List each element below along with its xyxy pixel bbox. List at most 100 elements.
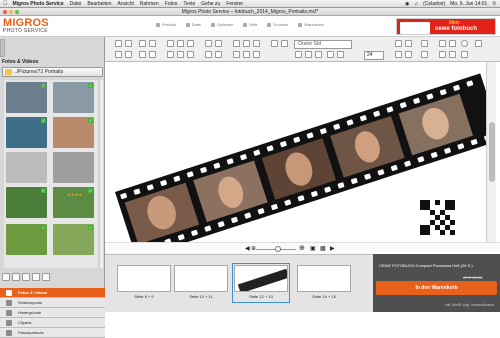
photo-thumb[interactable]: ✓ bbox=[6, 224, 47, 255]
menu-fotos[interactable]: Fotos bbox=[165, 1, 178, 7]
folder-selector[interactable]: ../Pictures/72 Portraits bbox=[2, 67, 103, 77]
nav-produkt[interactable]: Produkt bbox=[156, 22, 176, 27]
info-icon[interactable] bbox=[32, 273, 40, 281]
globe-icon[interactable] bbox=[461, 40, 468, 47]
menu-seitenlayouts[interactable]: Seitenlayouts bbox=[0, 298, 105, 308]
shadow-icon[interactable] bbox=[187, 51, 194, 58]
text-frame-icon[interactable] bbox=[149, 40, 156, 47]
align-center-icon[interactable] bbox=[215, 40, 222, 47]
page-thumb[interactable]: Seite 8 + 9 bbox=[117, 265, 171, 301]
text-center-icon[interactable] bbox=[243, 51, 250, 58]
undo-icon[interactable] bbox=[115, 40, 122, 47]
page-next-icon[interactable]: ▶ bbox=[330, 245, 335, 252]
zoom-large-icon[interactable]: ⊕ bbox=[299, 244, 305, 252]
distribute-icon[interactable] bbox=[215, 51, 222, 58]
grid-icon[interactable] bbox=[439, 51, 446, 58]
filter-icon[interactable] bbox=[12, 273, 20, 281]
menu-ansicht[interactable]: Ansicht bbox=[118, 1, 134, 7]
page-thumb[interactable]: Seite 10 + 11 bbox=[174, 265, 228, 301]
menu-app[interactable]: Migros Photo Service bbox=[13, 1, 64, 7]
add-to-cart-button[interactable]: In den Warenkorb bbox=[376, 281, 497, 295]
apple-icon[interactable]:  bbox=[3, 1, 8, 7]
guides-icon[interactable] bbox=[449, 51, 456, 58]
text-underline-icon[interactable] bbox=[315, 51, 322, 58]
clock[interactable]: Mo. 9. Jun 14:01 bbox=[450, 1, 487, 7]
nav-optionen[interactable]: Optionen bbox=[211, 22, 233, 27]
volume-icon[interactable]: ♫ bbox=[414, 1, 418, 7]
text-italic-icon[interactable] bbox=[305, 51, 312, 58]
photo-frame-icon[interactable] bbox=[139, 40, 146, 47]
tab-ansichten[interactable] bbox=[0, 39, 5, 57]
flip-icon[interactable] bbox=[177, 40, 184, 47]
copy-icon[interactable] bbox=[125, 51, 132, 58]
border-icon[interactable] bbox=[405, 40, 412, 47]
photo-thumb[interactable]: ✓ bbox=[53, 117, 94, 148]
scroll-knob[interactable] bbox=[489, 122, 495, 182]
effects-icon[interactable] bbox=[421, 40, 428, 47]
menu-rahmen[interactable]: Rahmen bbox=[140, 1, 159, 7]
delete-icon[interactable] bbox=[421, 51, 428, 58]
sort-icon[interactable] bbox=[2, 273, 10, 281]
menu-cliparts[interactable]: Cliparts bbox=[0, 318, 105, 328]
menu-texte[interactable]: Texte bbox=[183, 1, 195, 7]
align-right-icon[interactable] bbox=[205, 51, 212, 58]
clipart-icon[interactable] bbox=[139, 51, 146, 58]
wifi-icon[interactable]: ◉ bbox=[405, 1, 409, 7]
zoom-out-icon[interactable] bbox=[449, 40, 456, 47]
line-spacing-icon[interactable] bbox=[337, 51, 344, 58]
search-icon[interactable]: ⚲ bbox=[492, 1, 496, 7]
cut-icon[interactable] bbox=[115, 51, 122, 58]
star-icon[interactable] bbox=[42, 273, 50, 281]
fullscreen-icon[interactable]: ▦ bbox=[320, 245, 326, 252]
nav-warenkorb[interactable]: Warenkorb bbox=[298, 22, 323, 27]
font-size-select[interactable]: 24 bbox=[364, 51, 384, 60]
underline-icon[interactable] bbox=[253, 40, 260, 47]
photo-thumb[interactable]: ✓ bbox=[6, 187, 47, 218]
help-icon[interactable] bbox=[475, 40, 482, 47]
align-justify-icon[interactable] bbox=[327, 51, 334, 58]
text-left-icon[interactable] bbox=[233, 51, 240, 58]
nav-hilfe[interactable]: Hilfe bbox=[243, 22, 257, 27]
photo-thumb[interactable]: ✓ bbox=[6, 82, 47, 113]
menu-bearbeiten[interactable]: Bearbeiten bbox=[87, 1, 111, 7]
rotate-icon[interactable] bbox=[167, 40, 174, 47]
zoom-icon[interactable] bbox=[15, 10, 19, 14]
zoom-in-icon[interactable] bbox=[439, 40, 446, 47]
menu-datei[interactable]: Datei bbox=[70, 1, 82, 7]
lock-icon[interactable] bbox=[395, 51, 402, 58]
photo-scrollbar[interactable] bbox=[99, 80, 103, 268]
photo-thumb[interactable]: ✓ bbox=[6, 117, 47, 148]
crop-icon[interactable] bbox=[187, 40, 194, 47]
rating-stars[interactable]: ★★★★ bbox=[67, 192, 83, 197]
redo-icon[interactable] bbox=[125, 40, 132, 47]
font-color-icon[interactable] bbox=[271, 40, 278, 47]
menu-fotos-videos[interactable]: Fotos & Videos bbox=[0, 288, 105, 298]
fit-page-icon[interactable]: ▣ bbox=[310, 245, 316, 252]
send-back-icon[interactable] bbox=[177, 51, 184, 58]
nav-drucken[interactable]: Drucken bbox=[267, 22, 288, 27]
zoom-slider-knob[interactable] bbox=[275, 246, 281, 252]
page-prev-icon[interactable]: ◀ bbox=[245, 245, 250, 252]
text-right-icon[interactable] bbox=[253, 51, 260, 58]
user-name[interactable]: (Celadon) bbox=[423, 1, 445, 7]
photo-thumb[interactable] bbox=[6, 152, 47, 183]
minimize-icon[interactable] bbox=[9, 10, 13, 14]
canvas-scrollbar[interactable] bbox=[486, 62, 496, 242]
font-family-select[interactable]: Orator Std bbox=[294, 40, 352, 49]
menu-passepartouts[interactable]: Passepartouts bbox=[0, 328, 105, 338]
page-thumb-selected[interactable]: Seite 12 + 13 bbox=[232, 263, 290, 303]
cewe-banner[interactable]: Mein cewe fotobuch bbox=[396, 18, 496, 35]
opacity-icon[interactable] bbox=[395, 40, 402, 47]
photo-thumb[interactable]: ✓ bbox=[53, 82, 94, 113]
map-icon[interactable] bbox=[149, 51, 156, 58]
group-icon[interactable] bbox=[405, 51, 412, 58]
bg-color-icon[interactable] bbox=[281, 40, 288, 47]
nav-datei[interactable]: Datei bbox=[186, 22, 201, 27]
align-left-icon[interactable] bbox=[205, 40, 212, 47]
page-thumb[interactable]: Seite 14 + 15 bbox=[297, 265, 351, 301]
menu-hintergruende[interactable]: Hintergründe bbox=[0, 308, 105, 318]
bring-front-icon[interactable] bbox=[167, 51, 174, 58]
photo-thumb[interactable] bbox=[53, 152, 94, 183]
text-bold-icon[interactable] bbox=[295, 51, 302, 58]
menu-gehe-zu[interactable]: Gehe zu bbox=[201, 1, 220, 7]
